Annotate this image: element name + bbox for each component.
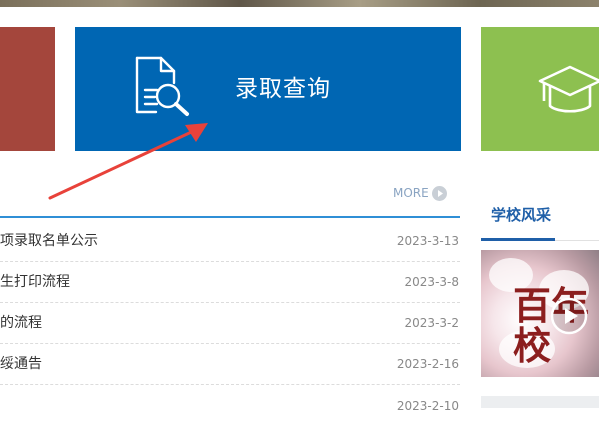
news-item-title[interactable]: 项录取名单公示 bbox=[0, 231, 340, 251]
play-circle-icon[interactable] bbox=[549, 296, 589, 336]
news-item-date: 2023-2-16 bbox=[396, 357, 459, 371]
sidebar-next-block bbox=[481, 396, 599, 408]
news-item-title[interactable] bbox=[0, 395, 340, 415]
news-item-title[interactable]: 生打印流程 bbox=[0, 272, 340, 292]
news-item-title[interactable]: 的流程 bbox=[0, 313, 340, 333]
news-item-date: 2023-2-10 bbox=[396, 399, 459, 413]
news-list-item[interactable]: 2023-2-10 bbox=[0, 385, 460, 425]
news-list-item[interactable]: 项录取名单公示 2023-3-13 bbox=[0, 221, 460, 262]
news-item-date: 2023-3-2 bbox=[404, 316, 459, 330]
top-banner-image-strip bbox=[0, 0, 599, 7]
admission-query-label: 录取查询 bbox=[235, 76, 331, 102]
news-item-title[interactable]: 绥通告 bbox=[0, 354, 340, 374]
more-link[interactable]: MORE bbox=[393, 185, 429, 201]
news-list-item[interactable]: 的流程 2023-3-2 bbox=[0, 303, 460, 344]
annotation-arrow bbox=[48, 123, 208, 200]
news-section-rule bbox=[0, 216, 460, 218]
news-item-date: 2023-3-13 bbox=[396, 234, 459, 248]
news-list-item[interactable]: 绥通告 2023-2-16 bbox=[0, 344, 460, 385]
graduation-cap-icon bbox=[538, 65, 599, 113]
campus-scenery-heading[interactable]: 学校风采 bbox=[491, 203, 551, 227]
chevron-right-circle-icon[interactable] bbox=[432, 186, 447, 201]
news-item-date: 2023-3-8 bbox=[404, 275, 459, 289]
sidebar-heading-underline bbox=[481, 238, 555, 241]
news-list-item[interactable]: 生打印流程 2023-3-8 bbox=[0, 262, 460, 303]
